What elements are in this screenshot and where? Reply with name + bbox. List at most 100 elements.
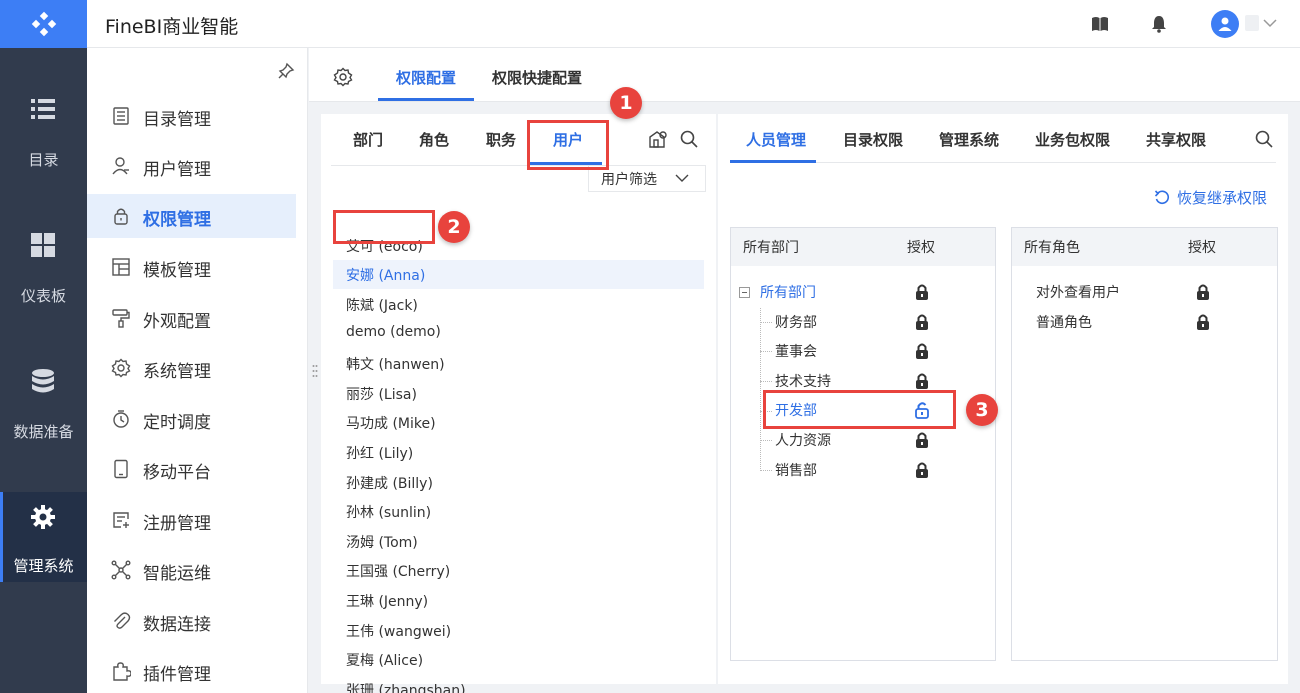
lock-icon[interactable] [915,372,929,390]
tab-role[interactable]: 角色 [419,129,449,150]
sidebar-item-label: 插件管理 [143,665,211,685]
lock-icon[interactable] [915,342,929,360]
gear-icon [31,505,55,529]
tab-post[interactable]: 职务 [486,129,516,150]
puzzle-icon [113,662,131,681]
rail-item-catalog[interactable]: 目录 [0,96,87,206]
list-item[interactable]: 汤姆 (Tom) [333,527,704,556]
dept-header-name: 所有部门 [743,240,799,256]
tree-node-label: 人力资源 [775,433,831,449]
rail-label-dashboard: 仪表板 [20,287,66,305]
sidebar-item-templates[interactable]: 模板管理 [87,245,296,289]
role-label: 普通角色 [1036,315,1092,331]
tab-permission-config[interactable]: 权限配置 [396,67,456,88]
list-item[interactable]: 王伟 (wangwei) [333,616,704,645]
list-item[interactable]: 王琳 (Jenny) [333,586,704,615]
rail-item-data-prep[interactable]: 数据准备 [0,368,87,478]
user-avatar-icon [1218,17,1232,31]
tree-node-label: 技术支持 [775,374,831,390]
database-icon [32,369,54,393]
sidebar-item-label: 数据连接 [143,615,211,635]
chevron-down-icon[interactable] [1263,18,1277,28]
role-row[interactable]: 普通角色 [1012,308,1277,336]
tree-node[interactable]: 销售部 [731,456,995,484]
list-item[interactable]: demo (demo) [333,319,704,348]
list-item-selected[interactable]: 安娜 (Anna) [333,260,704,289]
sidebar-item-label: 智能运维 [143,564,211,584]
list-item[interactable]: 夏梅 (Alice) [333,645,704,674]
user-name-redacted [1245,15,1259,31]
department-permission-box: 所有部门 授权 所有部门 财务部 董事会 技术支持 开发部 人力资源 销售部 [730,227,996,661]
rail-label-data-prep: 数据准备 [13,423,74,441]
rail-item-dashboard[interactable]: 仪表板 [0,232,87,342]
tree-node[interactable]: 董事会 [731,337,995,365]
sidebar-item-ops[interactable]: 智能运维 [87,548,296,592]
step-badge-3: 3 [966,394,998,426]
sidebar-item-label: 目录管理 [143,110,211,130]
register-icon [113,512,129,528]
lock-icon[interactable] [915,283,929,301]
tree-node[interactable]: 财务部 [731,308,995,336]
tab-people-management[interactable]: 人员管理 [746,129,806,150]
collapse-toggle-icon[interactable] [739,287,750,298]
rail-item-admin[interactable]: 管理系统 [0,492,87,582]
resize-handle[interactable] [312,364,318,378]
sidebar-item-schedule[interactable]: 定时调度 [87,397,296,441]
tab-admin-system[interactable]: 管理系统 [939,129,999,150]
lock-icon[interactable] [1196,283,1210,301]
search-icon[interactable] [679,129,699,149]
list-item[interactable]: 陈斌 (Jack) [333,290,704,319]
list-item[interactable]: 马功成 (Mike) [333,408,704,437]
tab-package-permission[interactable]: 业务包权限 [1035,129,1110,150]
sidebar-item-permissions[interactable]: 权限管理 [87,194,296,238]
rail-label-admin: 管理系统 [13,557,74,575]
search-icon[interactable] [1254,129,1274,149]
tab-department[interactable]: 部门 [353,129,383,150]
lock-icon[interactable] [915,313,929,331]
sidebar-item-directory[interactable]: 目录管理 [87,94,296,138]
app-logo[interactable] [0,0,87,48]
list-item[interactable]: 张珊 (zhangshan) [333,675,704,693]
admin-sidebar: 目录管理 用户管理 权限管理 模板管理 外观配置 系统管理 定时调度 移动平台 … [87,48,308,693]
sidebar-item-label: 外观配置 [143,312,211,332]
sidebar-item-register[interactable]: 注册管理 [87,498,296,542]
lock-icon[interactable] [915,461,929,479]
sidebar-item-label: 权限管理 [143,210,211,230]
undo-icon [1154,190,1170,205]
mobile-icon [114,459,128,479]
org-filter-icon[interactable] [648,129,668,149]
list-item[interactable]: 孙红 (Lily) [333,438,704,467]
lock-icon[interactable] [915,431,929,449]
list-item[interactable]: 韩文 (hanwen) [333,349,704,378]
tab-share-permission[interactable]: 共享权限 [1146,129,1206,150]
role-row[interactable]: 对外查看用户 [1012,278,1277,306]
tab-catalog-permission[interactable]: 目录权限 [843,129,903,150]
sidebar-item-plugins[interactable]: 插件管理 [87,649,296,693]
book-icon[interactable] [1091,15,1109,33]
bell-icon[interactable] [1150,15,1168,33]
list-icon [31,99,55,119]
role-header-auth: 授权 [1188,240,1216,256]
pin-icon[interactable] [277,62,295,80]
list-item[interactable]: 王国强 (Cherry) [333,556,704,585]
sidebar-item-users[interactable]: 用户管理 [87,144,296,188]
user-icon [112,157,129,175]
settings-icon[interactable] [333,67,353,87]
department-box-header: 所有部门 授权 [731,228,995,266]
sidebar-item-mobile[interactable]: 移动平台 [87,447,296,491]
tree-node-root[interactable]: 所有部门 [731,278,995,306]
sidebar-item-system[interactable]: 系统管理 [87,346,296,390]
lock-icon[interactable] [1196,313,1210,331]
tree-node[interactable]: 人力资源 [731,426,995,454]
avatar[interactable] [1211,10,1239,38]
tree-node-label: 所有部门 [760,285,816,301]
chevron-down-icon [675,174,689,182]
restore-inherit-label: 恢复继承权限 [1177,189,1268,207]
list-item[interactable]: 孙建成 (Billy) [333,468,704,497]
list-item[interactable]: 丽莎 (Lisa) [333,379,704,408]
sidebar-item-appearance[interactable]: 外观配置 [87,296,296,340]
sidebar-item-data-connection[interactable]: 数据连接 [87,599,296,643]
list-item[interactable]: 孙林 (sunlin) [333,497,704,526]
role-label: 对外查看用户 [1036,285,1120,301]
tab-quick-permission-config[interactable]: 权限快捷配置 [492,67,582,88]
